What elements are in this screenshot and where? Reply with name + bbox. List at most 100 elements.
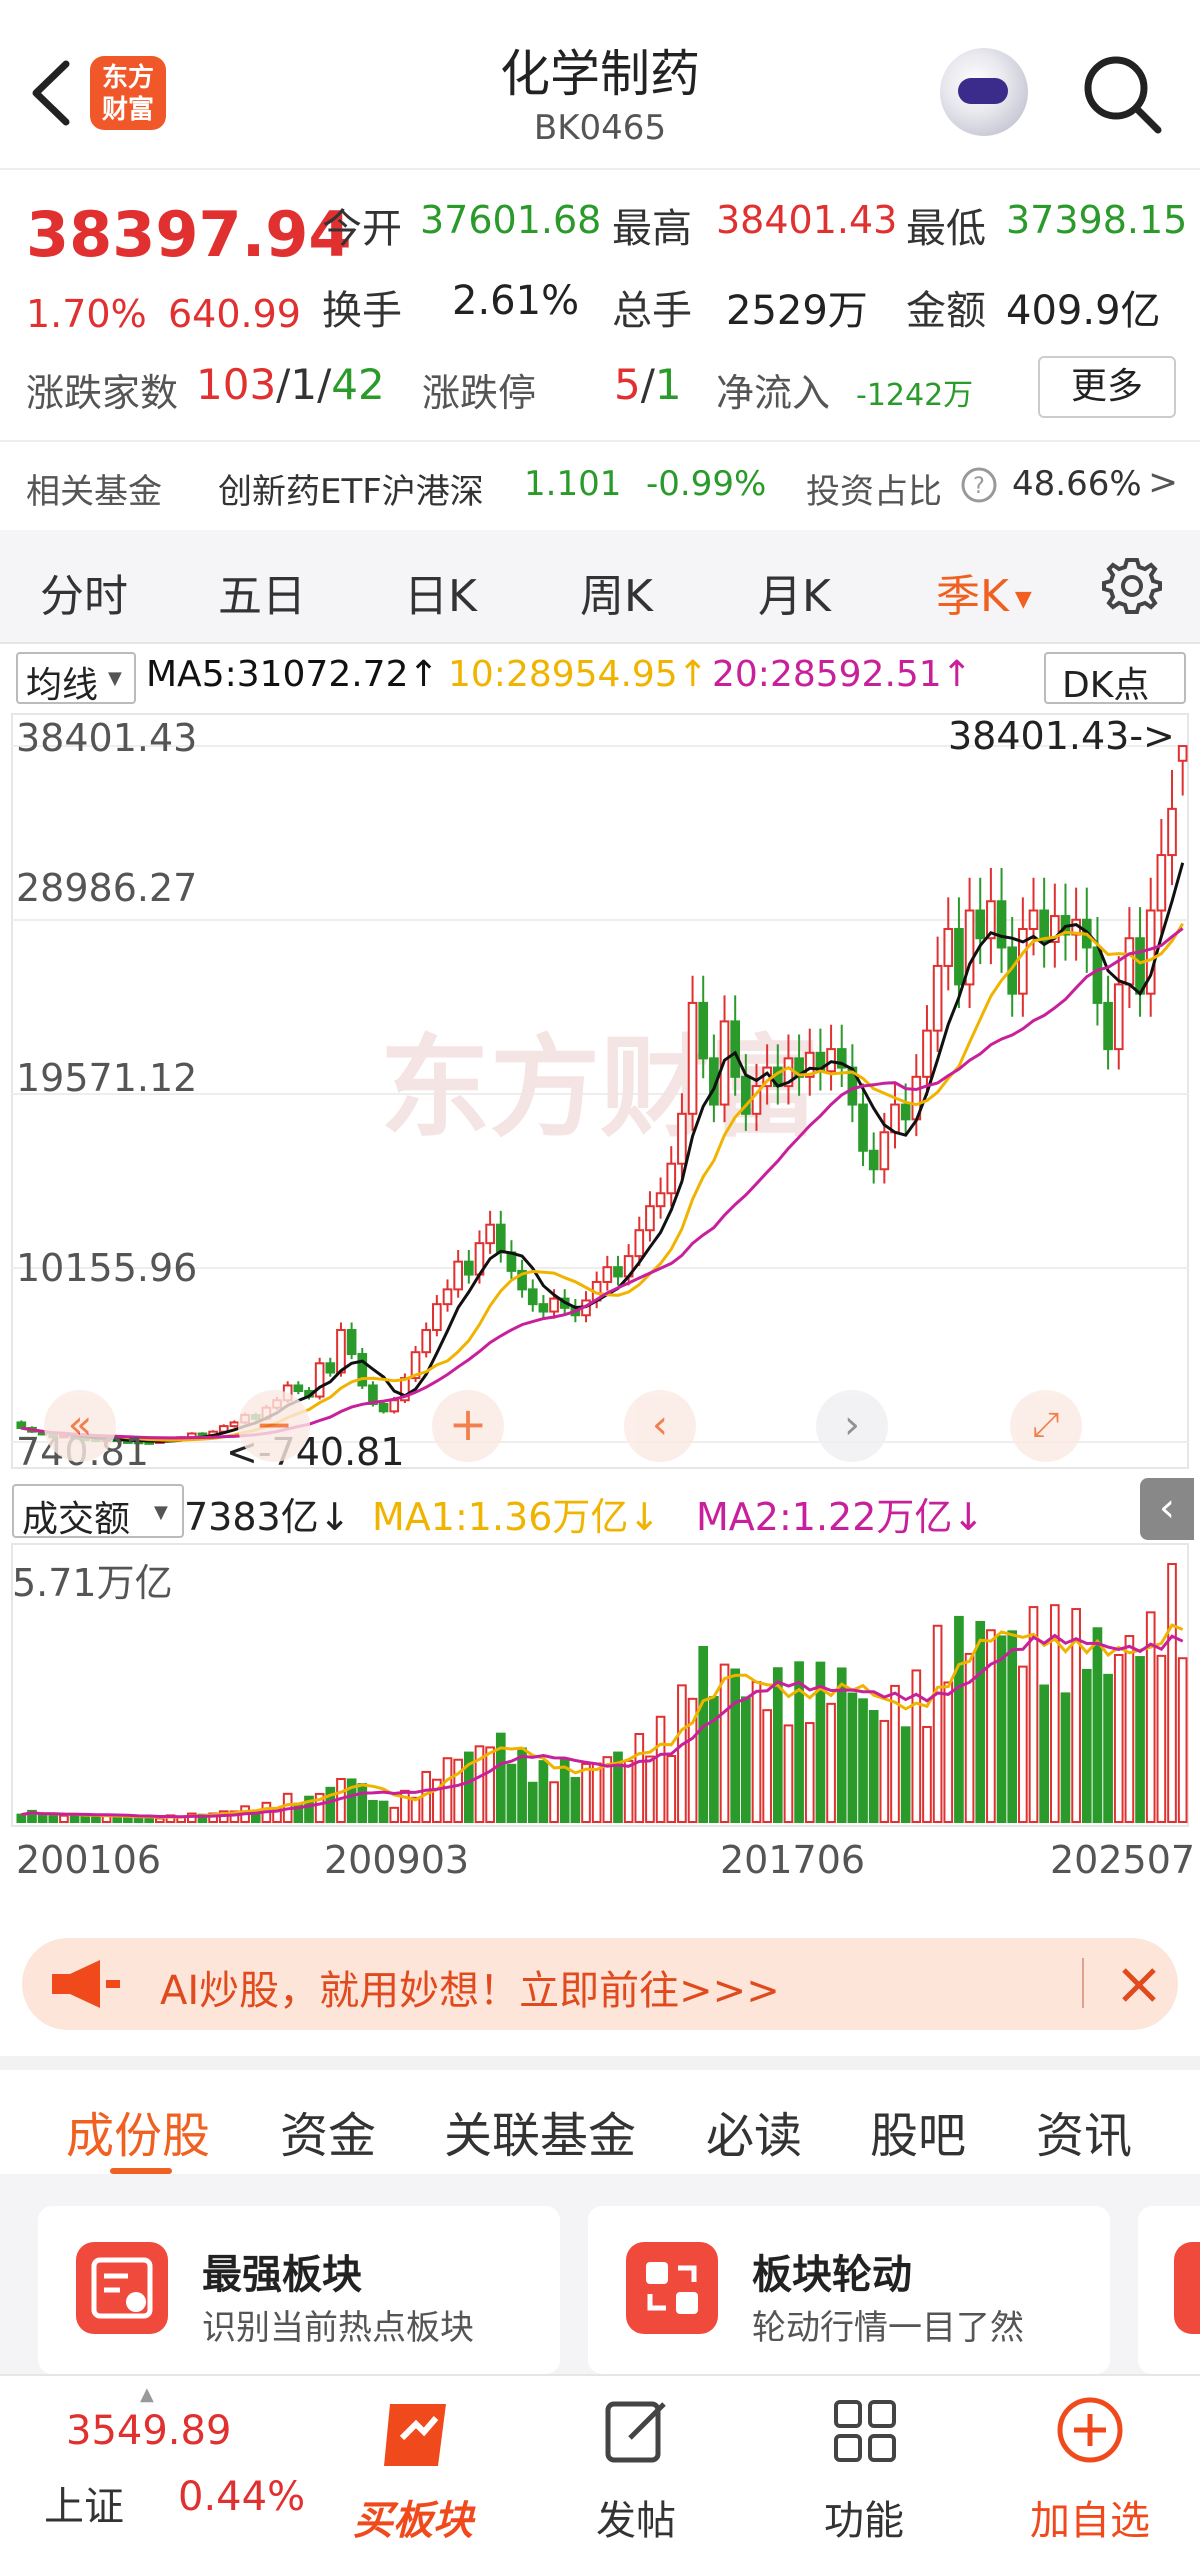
volume-bar [709,1695,719,1823]
candle [730,1020,741,1078]
investment-ratio-label: 投资占比 [806,472,942,512]
related-fund-row[interactable]: 相关基金 创新药ETF沪港深 1.101 -0.99% 投资占比 ? 48.66… [0,440,1200,532]
function-grid-icon[interactable] [830,2396,900,2466]
more-button[interactable]: 更多 [1038,356,1176,418]
ma5-value: MA5:31072.72↑ [146,654,439,695]
tab-5day[interactable]: 五日 [218,560,306,624]
x-axis-label-2: 200903 [324,1838,470,1882]
help-icon[interactable]: ? [960,466,998,504]
nav-post[interactable]: 发帖 [576,2488,696,2546]
candle [996,900,1007,949]
related-fund-label: 相关基金 [26,472,162,512]
tab-must-read[interactable]: 必读 [706,2096,802,2166]
period-tabs: 分时 五日 日K 周K 月K 季K ▼ [0,530,1200,644]
kline-chart[interactable]: 东方财富 38401.43 28986.27 19571.12 10155.96… [0,706,1200,1476]
ma-type-select[interactable]: 均线 ▼ [16,652,136,706]
candle [442,1288,453,1306]
tab-timeshare[interactable]: 分时 [40,560,128,624]
post-edit-icon[interactable] [602,2396,672,2466]
amount-label: 金额 [906,288,986,334]
search-icon[interactable] [1080,52,1164,136]
fund-name: 创新药ETF沪港深 [218,472,484,512]
next-icon[interactable]: › [816,1390,888,1462]
turnover-value: 2.61% [452,278,580,324]
nav-functions[interactable]: 功能 [804,2488,924,2546]
card-strongest-sector[interactable]: 最强板块 识别当前热点板块 [38,2206,560,2374]
volume-bar [666,1755,677,1824]
volume-chart[interactable]: 5.71万亿 [0,1540,1200,1830]
candle [858,1103,868,1152]
prev-icon[interactable]: ‹ [624,1390,696,1462]
y-axis-label-4: 10155.96 [16,1246,198,1290]
buy-sector-icon[interactable] [376,2394,458,2476]
volume-bar [1092,1627,1103,1823]
volume-bar [1124,1635,1135,1823]
volume-bar [1018,1665,1028,1823]
bottom-navigation: ▲ 3549.89 上证 0.44% 买板块 发帖 功能 加自选 [0,2374,1200,2566]
banner-text: AI炒股，就用妙想！立即前往>>> [160,1968,780,2014]
volume-bar [741,1696,751,1823]
candle [613,1266,623,1278]
volume-bar [59,1814,69,1823]
collapse-panel-icon[interactable]: ‹ [1140,1478,1194,1540]
candle [666,1162,677,1195]
tab-related-funds[interactable]: 关联基金 [444,2096,636,2166]
index-value[interactable]: 3549.89 [66,2408,231,2454]
zoom-out-icon[interactable]: − [238,1390,310,1462]
chevron-right-icon[interactable]: > [1148,462,1178,503]
dk-point-button[interactable]: DK点 [1044,652,1186,706]
top-bar: 东方财富 化学制药 BK0465 [0,0,1200,170]
fullscreen-icon[interactable]: ⤢ [1010,1390,1082,1462]
zoom-in-icon[interactable]: + [432,1390,504,1462]
candle [975,909,986,940]
volume-bar [378,1800,389,1823]
card-sector-rotation[interactable]: 板块轮动 轮动行情一目了然 [588,2206,1110,2374]
candle [463,1260,474,1276]
caret-up-icon[interactable]: ▲ [140,2384,154,2405]
volume-bar [1081,1668,1092,1823]
limit-label: 涨跌停 [422,371,537,415]
index-change[interactable]: 0.44% [178,2474,305,2520]
tab-quarterly-k[interactable]: 季K ▼ [936,560,1032,624]
volume-bar [826,1702,836,1824]
tab-monthly-k[interactable]: 月K [758,560,831,624]
double-left-icon[interactable]: « [44,1390,116,1462]
candle [698,1001,709,1060]
close-icon[interactable] [1120,1966,1158,2004]
volume-ma2: MA2:1.22万亿↓ [696,1495,985,1539]
nav-add-watchlist[interactable]: 加自选 [1020,2488,1160,2546]
volume-bar [634,1733,645,1823]
tab-daily-k[interactable]: 日K [404,560,477,624]
volume-bar [155,1817,165,1824]
candle [1103,1001,1113,1051]
gear-icon[interactable] [1100,554,1164,618]
robot-assistant-icon[interactable] [940,48,1028,136]
nav-buy-sector[interactable]: 买板块 [348,2488,478,2546]
tab-weekly-k[interactable]: 周K [580,560,653,624]
volume-legend: 成交额 ▼ 7383亿↓ MA1:1.36万亿↓ MA2:1.22万亿↓ ‹ [0,1478,1200,1540]
candle [943,927,954,967]
ai-promo-banner[interactable]: AI炒股，就用妙想！立即前往>>> [22,1938,1178,2030]
volume-bar [762,1709,772,1823]
candle [336,1329,346,1374]
tab-news[interactable]: 资讯 [1036,2096,1132,2166]
card-partial[interactable] [1138,2206,1200,2374]
volume-bar [1060,1692,1071,1823]
card-subtitle: 识别当前热点板块 [202,2308,474,2348]
volume-bar [570,1777,581,1823]
volume-bar [1156,1654,1167,1823]
volume-bar [1039,1684,1049,1823]
volume-type-select[interactable]: 成交额 ▼ [12,1484,184,1540]
candle [378,1402,389,1413]
index-name[interactable]: 上证 [44,2474,124,2532]
tab-forum[interactable]: 股吧 [870,2096,966,2166]
volume-bar [954,1615,964,1823]
add-watchlist-icon[interactable] [1054,2394,1126,2466]
x-axis-label-4: 202507 [1050,1838,1196,1882]
x-axis-label-3: 201706 [720,1838,866,1882]
card-title: 板块轮动 [752,2252,912,2298]
volume-svg[interactable] [0,1540,1200,1830]
volume-bar [506,1763,517,1823]
tab-constituents[interactable]: 成份股 [66,2096,210,2166]
tab-capital[interactable]: 资金 [280,2096,376,2166]
